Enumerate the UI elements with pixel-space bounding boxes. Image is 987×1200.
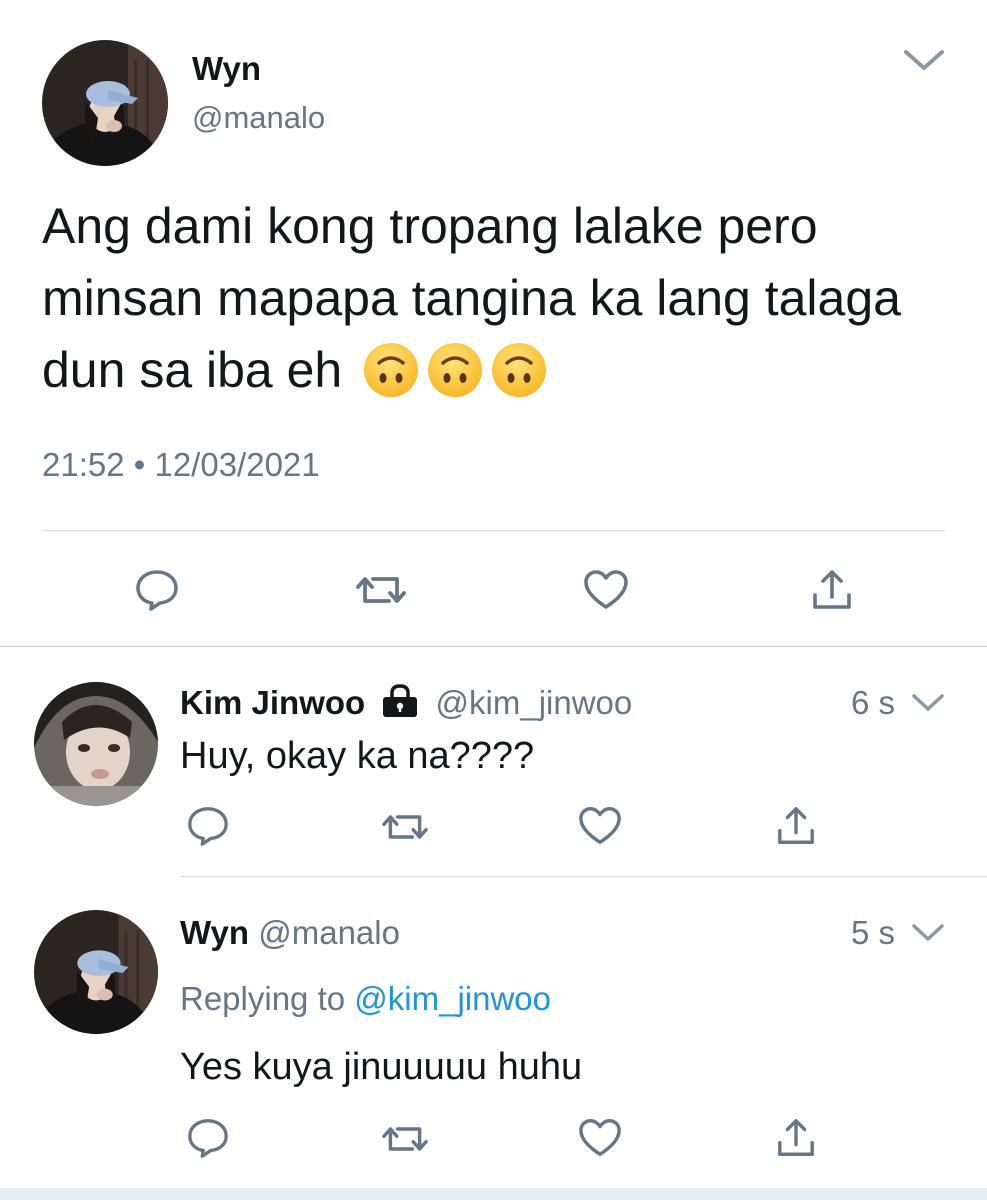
replying-to-handle-link[interactable]: @kim_jinwoo [354,980,551,1017]
upside-down-face-icon [426,341,484,399]
reply-chevron-down-icon[interactable] [910,922,946,944]
replying-to-line: Replying to @kim_jinwoo [180,980,551,1018]
retweet-icon [382,815,428,839]
like-icon [579,1119,621,1156]
reply-like-button[interactable] [577,804,623,848]
main-tweet-retweet-button[interactable] [355,567,407,613]
main-tweet-timestamp[interactable]: 21:52 • 12/03/2021 [42,446,320,484]
upside-down-face-icon [362,341,420,399]
reply-text: Huy, okay ka na???? [180,735,535,777]
main-tweet-text: Ang dami kong tropang lalake pero minsan… [42,190,942,406]
reply-reply-button[interactable] [186,804,230,848]
replying-to-label: Replying to [180,980,346,1017]
reply-avatar[interactable] [34,682,158,806]
share-icon [778,1119,814,1156]
bottom-gap-bar [0,1188,987,1200]
reply-header: Wyn @manalo [180,914,400,952]
main-tweet-chevron-down-icon[interactable] [902,48,946,74]
reply-retweet-button[interactable] [380,1118,430,1160]
reply-icon [188,807,228,846]
reply-author-handle[interactable]: @manalo [258,914,400,951]
share-icon [778,807,814,844]
retweet-icon [382,1127,428,1151]
main-tweet-avatar[interactable] [42,40,168,166]
share-icon [813,570,851,609]
reply-share-button[interactable] [775,804,817,848]
main-tweet-like-button[interactable] [582,567,630,613]
main-tweet-reply-button[interactable] [134,567,180,613]
upside-down-face-icon [490,341,548,399]
reply-divider [180,876,987,877]
reply-retweet-button[interactable] [380,806,430,848]
section-divider [0,646,987,647]
retweet-icon [356,577,406,603]
main-tweet-author-handle[interactable]: @manalo [192,100,325,136]
like-icon [584,570,628,609]
reply-author-name[interactable]: Kim Jinwoo [180,684,365,721]
reply-chevron-down-icon[interactable] [910,692,946,714]
reply-time[interactable]: 5 s [851,914,895,952]
main-tweet-share-button[interactable] [810,567,854,613]
reply-share-button[interactable] [775,1116,817,1160]
reply-author-handle[interactable]: @kim_jinwoo [436,684,633,721]
like-icon [579,807,621,844]
main-tweet-divider [42,530,945,531]
reply-icon [188,1119,228,1158]
reply-like-button[interactable] [577,1116,623,1160]
reply-time[interactable]: 6 s [851,684,895,722]
reply-avatar[interactable] [34,910,158,1034]
reply-header: Kim Jinwoo @kim_jinwoo [180,684,632,726]
lock-icon [380,684,420,726]
reply-author-name[interactable]: Wyn [180,914,249,951]
reply-text: Yes kuya jinuuuuu huhu [180,1046,583,1088]
reply-reply-button[interactable] [186,1116,230,1160]
main-tweet-author-name[interactable]: Wyn [192,50,261,88]
reply-icon [136,570,178,611]
